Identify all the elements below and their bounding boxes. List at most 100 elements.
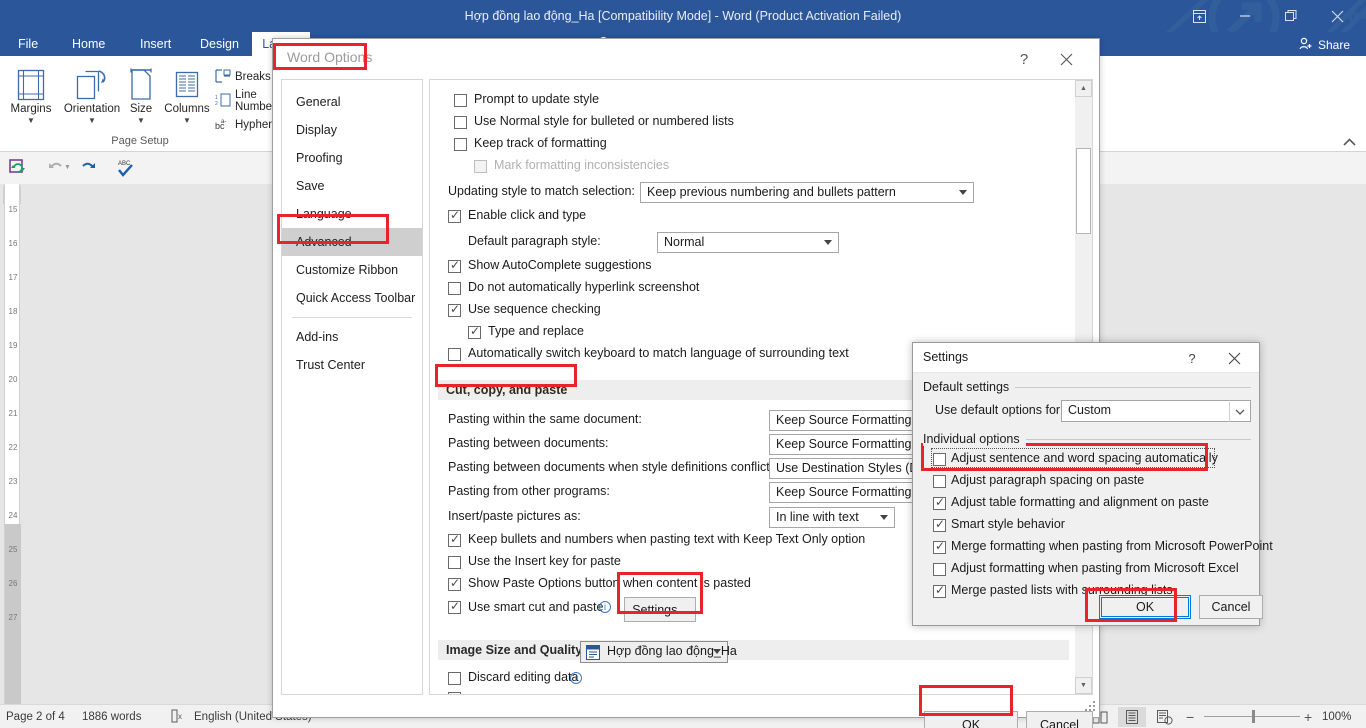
close-icon[interactable] — [1053, 47, 1079, 71]
nav-item-proofing[interactable]: Proofing — [282, 144, 422, 172]
nav-item-add-ins[interactable]: Add-ins — [282, 323, 422, 351]
proofing-errors-icon[interactable]: x — [170, 708, 186, 726]
vertical-ruler[interactable]: 15 16 17 18 19 20 21 22 23 24 25 26 27 — [4, 184, 21, 704]
close-icon[interactable] — [1314, 0, 1360, 32]
checkbox[interactable]: ✓ — [933, 518, 946, 532]
option-discard-editing-data[interactable]: Discard editing data i — [430, 668, 1077, 690]
checkbox[interactable]: ✓ — [448, 209, 461, 223]
checkbox[interactable] — [448, 672, 461, 685]
size-caret-icon[interactable]: ▼ — [120, 116, 162, 125]
checkbox[interactable] — [454, 138, 467, 151]
zoom-in-button[interactable]: + — [1304, 705, 1312, 728]
size-button[interactable]: Size ▼ — [120, 60, 162, 125]
default-paragraph-style-dropdown[interactable]: Normal — [657, 232, 839, 253]
checkbox[interactable]: ✓ — [933, 584, 946, 598]
nav-item-language[interactable]: Language — [282, 200, 422, 228]
option-do-not-hyperlink-screenshot[interactable]: Do not automatically hyperlink screensho… — [430, 278, 1077, 300]
use-default-options-dropdown[interactable]: Custom — [1061, 400, 1251, 422]
nav-item-save[interactable]: Save — [282, 172, 422, 200]
checkbox[interactable] — [454, 94, 467, 107]
settings-options-list: Adjust sentence and word spacing automat… — [931, 449, 1273, 603]
checkbox[interactable]: ✓ — [448, 533, 461, 547]
undo-caret-icon[interactable]: ▼ — [64, 164, 71, 171]
restore-icon[interactable] — [1268, 0, 1314, 32]
checkbox[interactable]: ✓ — [933, 540, 946, 554]
setting-smart-style-behavior[interactable]: ✓ Smart style behavior — [931, 515, 1257, 537]
option-type-and-replace[interactable]: ✓ Type and replace — [430, 322, 1077, 344]
help-icon[interactable]: ? — [1011, 47, 1037, 71]
option-keep-track-formatting[interactable]: Keep track of formatting — [430, 134, 1077, 156]
tab-file[interactable]: File — [8, 32, 48, 56]
option-use-sequence-checking[interactable]: ✓ Use sequence checking — [430, 300, 1077, 322]
share-button[interactable]: Share — [1291, 34, 1358, 56]
option-enable-click-type[interactable]: ✓ Enable click and type — [430, 206, 1077, 228]
nav-item-display[interactable]: Display — [282, 116, 422, 144]
checkbox[interactable] — [448, 692, 461, 694]
chevron-down-icon[interactable] — [1229, 402, 1249, 422]
checkbox[interactable] — [454, 116, 467, 129]
checkbox[interactable]: ✓ — [448, 259, 461, 273]
zoom-out-button[interactable]: − — [1186, 705, 1194, 728]
setting-merge-formatting-powerpoint[interactable]: ✓ Merge formatting when pasting from Mic… — [931, 537, 1273, 559]
updating-style-dropdown[interactable]: Keep previous numbering and bullets patt… — [640, 182, 974, 203]
web-layout-icon[interactable] — [1150, 707, 1178, 727]
checkbox[interactable]: ✓ — [448, 600, 461, 614]
image-document-dropdown[interactable]: Hợp đồng lao động_Ha — [580, 641, 737, 663]
focus-outline — [931, 448, 1215, 468]
checkbox[interactable] — [448, 348, 461, 361]
setting-adjust-table-formatting[interactable]: ✓ Adjust table formatting and alignment … — [931, 493, 1257, 515]
tab-home[interactable]: Home — [62, 32, 115, 56]
tab-insert[interactable]: Insert — [130, 32, 181, 56]
word-count[interactable]: 1886 words — [82, 705, 141, 728]
checkbox[interactable]: ✓ — [468, 325, 481, 339]
checkbox[interactable] — [933, 563, 946, 576]
info-icon[interactable]: i — [599, 601, 611, 613]
checkbox[interactable] — [448, 282, 461, 295]
scroll-down-icon[interactable]: ▼ — [1075, 677, 1092, 694]
scrollbar-thumb[interactable] — [1076, 148, 1091, 234]
option-show-autocomplete[interactable]: ✓ Show AutoComplete suggestions — [430, 256, 1077, 278]
option-use-normal-style[interactable]: Use Normal style for bulleted or numbere… — [430, 112, 1077, 134]
insert-paste-pictures-dropdown[interactable]: In line with text — [769, 507, 895, 528]
orientation-caret-icon[interactable]: ▼ — [56, 116, 128, 125]
columns-caret-icon[interactable]: ▼ — [158, 116, 216, 125]
nav-item-customize-ribbon[interactable]: Customize Ribbon — [282, 256, 422, 284]
checkbox[interactable] — [933, 475, 946, 488]
nav-item-trust-center[interactable]: Trust Center — [282, 351, 422, 379]
nav-item-advanced[interactable]: Advanced — [282, 228, 422, 256]
resize-grip-icon[interactable] — [1084, 700, 1096, 715]
redo-icon[interactable] — [76, 156, 100, 180]
orientation-button[interactable]: Orientation ▼ — [56, 60, 128, 125]
tab-design[interactable]: Design — [190, 32, 249, 56]
info-icon[interactable]: i — [570, 672, 582, 684]
word-options-ok-button[interactable]: OK — [924, 711, 1018, 728]
setting-adjust-paragraph-spacing[interactable]: Adjust paragraph spacing on paste — [931, 471, 1257, 493]
help-icon[interactable]: ? — [1181, 347, 1203, 369]
option-prompt-update-style[interactable]: Prompt to update style — [430, 90, 1077, 112]
checkbox[interactable]: ✓ — [448, 303, 461, 317]
settings-button[interactable]: Settings... — [624, 597, 696, 622]
print-layout-icon[interactable] — [1118, 707, 1146, 727]
close-icon[interactable] — [1223, 347, 1245, 369]
page-indicator[interactable]: Page 2 of 4 — [6, 705, 65, 728]
minimize-icon[interactable] — [1222, 0, 1268, 32]
spelling-check-icon[interactable]: ABC — [114, 156, 138, 180]
word-options-cancel-button[interactable]: Cancel — [1026, 711, 1093, 728]
scroll-up-icon[interactable]: ▲ — [1075, 80, 1092, 97]
ribbon-display-options-icon[interactable] — [1176, 0, 1222, 32]
settings-ok-button[interactable]: OK — [1099, 595, 1191, 619]
margins-caret-icon[interactable]: ▼ — [0, 116, 62, 125]
checkbox[interactable]: ✓ — [933, 496, 946, 510]
checkbox[interactable]: ✓ — [448, 577, 461, 591]
settings-cancel-button[interactable]: Cancel — [1199, 595, 1263, 619]
zoom-slider-thumb[interactable] — [1252, 710, 1255, 723]
nav-item-quick-access-toolbar[interactable]: Quick Access Toolbar — [282, 284, 422, 312]
setting-adjust-formatting-excel[interactable]: Adjust formatting when pasting from Micr… — [931, 559, 1257, 581]
refresh-icon[interactable] — [6, 156, 30, 180]
collapse-ribbon-icon[interactable] — [1343, 138, 1356, 150]
nav-item-general[interactable]: General — [282, 88, 422, 116]
zoom-level[interactable]: 100% — [1322, 705, 1351, 728]
columns-button[interactable]: Columns ▼ — [158, 60, 216, 125]
margins-button[interactable]: Margins ▼ — [0, 60, 62, 125]
checkbox[interactable] — [448, 556, 461, 569]
